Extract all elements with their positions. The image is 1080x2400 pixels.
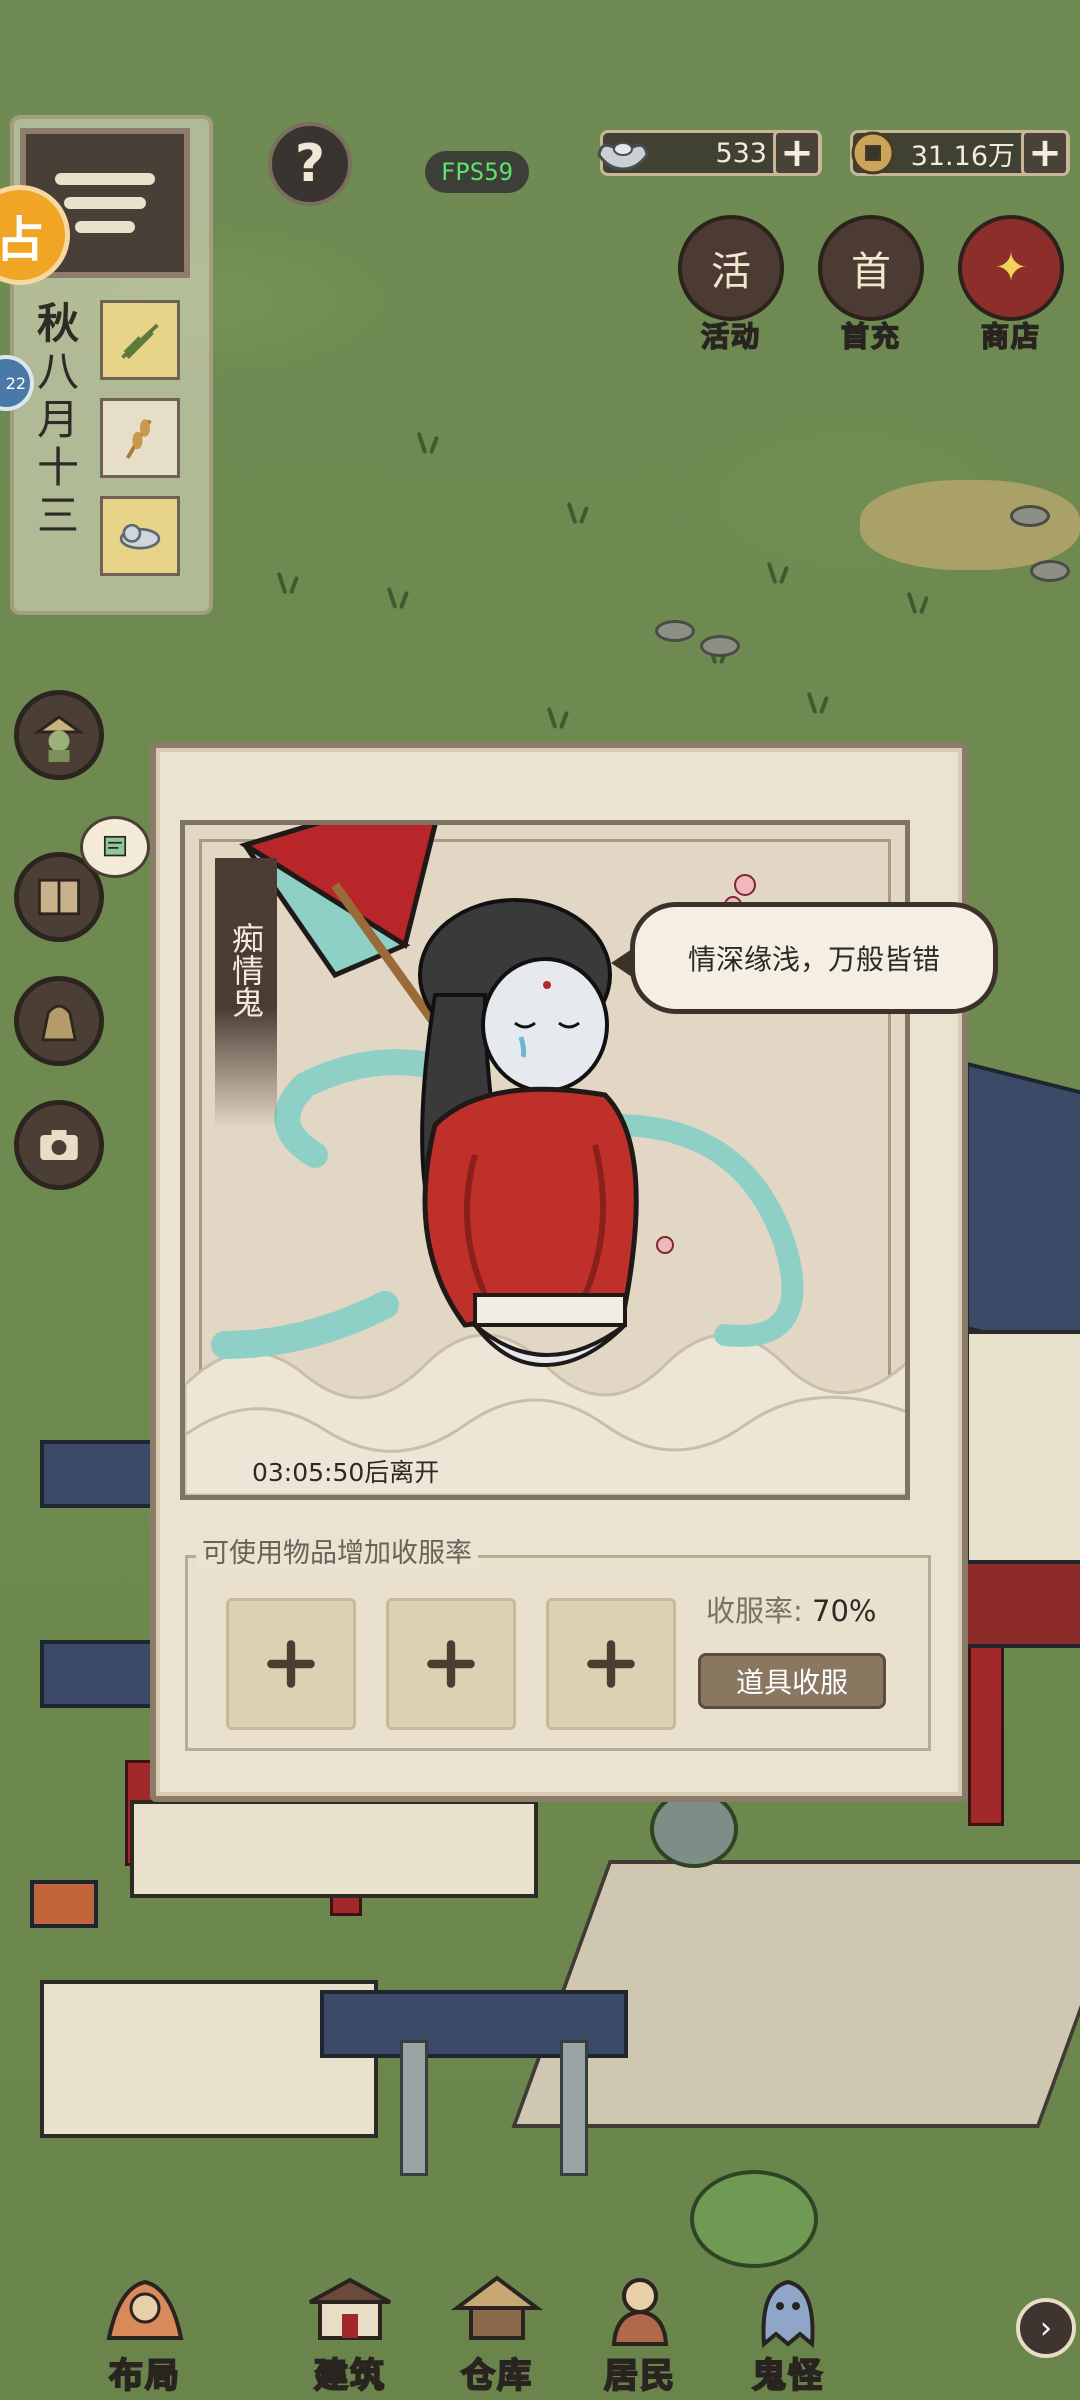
add-silver-button[interactable]: +	[773, 130, 821, 176]
grass-tuft	[760, 560, 800, 584]
help-label: ?	[294, 134, 326, 194]
sack-icon	[41, 1004, 77, 1042]
menu-bar	[75, 221, 135, 233]
menu-bar	[64, 197, 146, 209]
menu-bar	[55, 173, 155, 185]
shop-glyph: ✦	[994, 245, 1028, 291]
nav-layout-label: 布局	[108, 2355, 181, 2397]
bag-button[interactable]	[14, 976, 104, 1066]
building-wall	[965, 1330, 1080, 1598]
season-label: 秋	[36, 299, 79, 348]
building-roof	[960, 1560, 1080, 1648]
scroll-note-icon	[103, 835, 127, 857]
event-float-label: 占	[0, 212, 44, 268]
copper-coin-icon	[851, 131, 895, 175]
bottom-nav: 布局 建筑 仓库 居民 鬼怪	[0, 2240, 1080, 2400]
rock	[655, 620, 695, 642]
item-slot-3[interactable]	[546, 1598, 676, 1730]
item-slot-2[interactable]	[386, 1598, 516, 1730]
add-icon	[267, 1640, 315, 1688]
nav-ghost[interactable]: 鬼怪	[718, 2240, 858, 2400]
rock	[700, 635, 740, 657]
nav-building[interactable]: 建筑	[280, 2240, 420, 2400]
coin-counter: 31.16万 +	[850, 130, 1070, 176]
gate-pillar	[560, 2040, 588, 2176]
timer-float-label: 22	[5, 373, 26, 393]
chevron-right-icon: ›	[1040, 2310, 1052, 2346]
shop-button[interactable]: ✦ 商店	[956, 215, 1066, 355]
item-capture-button[interactable]: 道具收服	[698, 1653, 886, 1709]
ghost-name-tab: 痴情鬼	[215, 858, 277, 1128]
coin-value: 31.16万	[910, 140, 1015, 172]
building-roof	[965, 1061, 1080, 1367]
silver-counter: 533 +	[597, 130, 822, 176]
help-button[interactable]: ?	[268, 122, 352, 206]
building-icon	[309, 2277, 391, 2340]
layout-icon	[106, 2279, 184, 2340]
nav-building-label: 建筑	[313, 2355, 386, 2397]
plus-label: +	[780, 130, 814, 176]
capture-rate: 收服率: 70%	[706, 1588, 876, 1630]
grass-tuft	[560, 500, 600, 524]
grass-tuft	[410, 430, 450, 454]
silver-value: 533	[715, 137, 767, 169]
fps-counter: FPS59	[425, 151, 529, 193]
nav-ghost-label: 鬼怪	[751, 2355, 824, 2397]
activity-button[interactable]: 活 活动	[676, 215, 786, 355]
silver-ingot-icon	[597, 142, 649, 171]
dirt-patch	[860, 480, 1080, 570]
wheat-icon[interactable]	[100, 398, 180, 478]
nav-resident[interactable]: 居民	[570, 2240, 710, 2400]
leave-timer: 03:05:50后离开	[252, 1458, 440, 1487]
ghost-name: 痴情鬼	[227, 922, 265, 1018]
grass-tuft	[270, 570, 310, 594]
grass-tuft	[900, 590, 940, 614]
activity-label: 活动	[700, 319, 761, 354]
calendar-date: 秋 八月 十三	[28, 300, 88, 540]
scallion-icon[interactable]	[100, 300, 180, 380]
villager-icon	[33, 715, 85, 762]
building-wall	[130, 1800, 538, 1898]
nav-more-button[interactable]: ›	[1016, 2298, 1076, 2358]
lantern-roof	[30, 1880, 98, 1928]
scroll-icon: 活	[678, 215, 784, 321]
add-coin-button[interactable]: +	[1021, 130, 1069, 176]
activity-glyph: 活	[711, 249, 751, 295]
grass-tuft	[380, 585, 420, 609]
nav-warehouse-label: 仓库	[460, 2355, 533, 2397]
first-recharge-glyph: 首	[851, 249, 891, 295]
date-label: 八月 十三	[36, 347, 79, 540]
warehouse-icon	[451, 2275, 543, 2340]
shop-icon: ✦	[958, 215, 1064, 321]
first-recharge-button[interactable]: 首 首充	[816, 215, 926, 355]
shop-label: 商店	[980, 319, 1041, 354]
speech-text: 情深缘浅，万般皆错	[687, 943, 940, 976]
money-bag-icon: 首	[818, 215, 924, 321]
item-slots-title: 可使用物品增加收服率	[196, 1531, 478, 1570]
nav-warehouse[interactable]: 仓库	[427, 2240, 567, 2400]
first-recharge-label: 首充	[840, 319, 901, 354]
grass-tuft	[540, 705, 580, 729]
plus-label: +	[1028, 130, 1062, 176]
nav-resident-label: 居民	[603, 2355, 676, 2397]
resident-icon	[611, 2278, 669, 2346]
rock	[1030, 560, 1070, 582]
notification-bubble[interactable]	[80, 816, 150, 878]
add-icon	[427, 1640, 475, 1688]
item-slot-1[interactable]	[226, 1598, 356, 1730]
add-icon	[587, 1640, 635, 1688]
camera-button[interactable]	[14, 1100, 104, 1190]
grass-tuft	[800, 690, 840, 714]
nav-layout[interactable]: 布局	[75, 2240, 215, 2400]
cloud-icon[interactable]	[100, 496, 180, 576]
speech-bubble: 情深缘浅，万般皆错	[611, 902, 998, 1014]
capture-rate-value: 70%	[812, 1594, 877, 1628]
book-icon	[38, 878, 80, 916]
camera-icon	[40, 1130, 78, 1160]
ghost-icon	[761, 2279, 815, 2348]
rock	[1010, 505, 1050, 527]
villager-avatar-button[interactable]	[14, 690, 104, 780]
capture-rate-label: 收服率:	[706, 1594, 812, 1628]
gate-pillar	[400, 2040, 428, 2176]
